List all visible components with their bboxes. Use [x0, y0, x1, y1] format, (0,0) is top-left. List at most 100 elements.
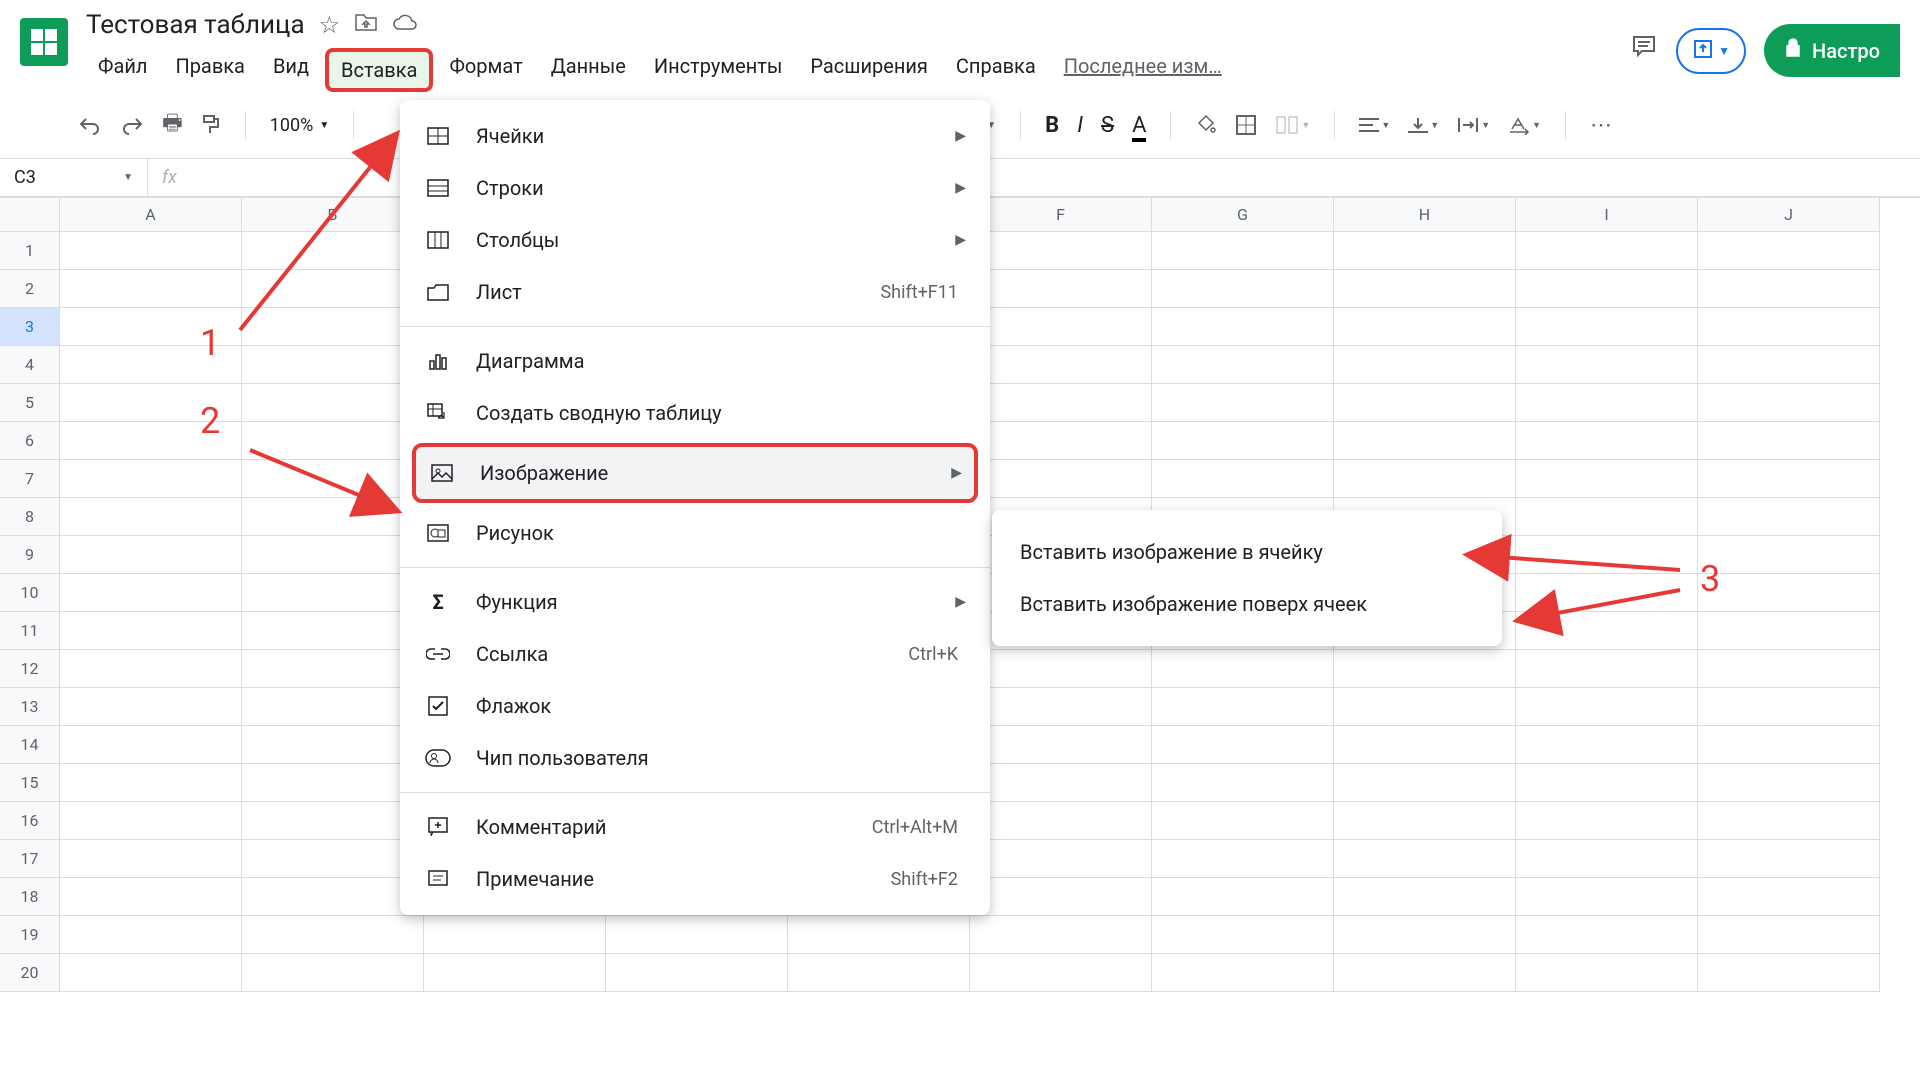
row-header[interactable]: 1 — [0, 232, 60, 270]
grid-cell[interactable] — [60, 536, 242, 574]
document-title[interactable]: Тестовая таблица — [86, 10, 305, 40]
grid-cell[interactable] — [1516, 498, 1698, 536]
grid-cell[interactable] — [1334, 270, 1516, 308]
menu-extensions[interactable]: Расширения — [798, 48, 939, 92]
grid-cell[interactable] — [1698, 384, 1880, 422]
grid-cell[interactable] — [1334, 802, 1516, 840]
grid-cell[interactable] — [1698, 840, 1880, 878]
grid-cell[interactable] — [1516, 726, 1698, 764]
grid-cell[interactable] — [1698, 726, 1880, 764]
grid-cell[interactable] — [60, 688, 242, 726]
grid-cell[interactable] — [1698, 688, 1880, 726]
grid-cell[interactable] — [1516, 612, 1698, 650]
text-wrap-icon[interactable]: ▼ — [1457, 116, 1490, 134]
grid-cell[interactable] — [242, 270, 424, 308]
grid-cell[interactable] — [1152, 270, 1334, 308]
grid-cell[interactable] — [970, 802, 1152, 840]
grid-cell[interactable] — [1698, 764, 1880, 802]
menu-tools[interactable]: Инструменты — [642, 48, 795, 92]
comments-icon[interactable] — [1630, 33, 1658, 68]
grid-cell[interactable] — [1516, 384, 1698, 422]
grid-cell[interactable] — [1152, 346, 1334, 384]
horizontal-align-icon[interactable]: ▼ — [1359, 117, 1390, 133]
grid-cell[interactable] — [424, 916, 606, 954]
zoom-select[interactable]: 100%▼ — [270, 115, 329, 136]
grid-cell[interactable] — [1334, 726, 1516, 764]
grid-cell[interactable] — [970, 232, 1152, 270]
more-icon[interactable]: ⋯ — [1590, 113, 1612, 138]
row-header[interactable]: 6 — [0, 422, 60, 460]
grid-cell[interactable] — [242, 916, 424, 954]
row-header[interactable]: 10 — [0, 574, 60, 612]
grid-cell[interactable] — [970, 346, 1152, 384]
row-header[interactable]: 3 — [0, 308, 60, 346]
row-header[interactable]: 18 — [0, 878, 60, 916]
grid-cell[interactable] — [1698, 536, 1880, 574]
grid-cell[interactable] — [60, 422, 242, 460]
bold-button[interactable]: B — [1045, 113, 1059, 138]
grid-cell[interactable] — [970, 270, 1152, 308]
grid-cell[interactable] — [1152, 878, 1334, 916]
menu-help[interactable]: Справка — [944, 48, 1048, 92]
grid-cell[interactable] — [970, 840, 1152, 878]
grid-cell[interactable] — [1516, 764, 1698, 802]
row-header[interactable]: 7 — [0, 460, 60, 498]
grid-cell[interactable] — [1516, 574, 1698, 612]
grid-cell[interactable] — [970, 308, 1152, 346]
image-in-cell[interactable]: Вставить изображение в ячейку — [992, 526, 1502, 578]
grid-cell[interactable] — [60, 612, 242, 650]
grid-cell[interactable] — [242, 802, 424, 840]
cloud-icon[interactable] — [392, 11, 418, 39]
grid-cell[interactable] — [242, 764, 424, 802]
grid-cell[interactable] — [1334, 764, 1516, 802]
grid-cell[interactable] — [60, 878, 242, 916]
grid-cell[interactable] — [60, 802, 242, 840]
grid-cell[interactable] — [970, 650, 1152, 688]
paint-format-icon[interactable] — [201, 114, 221, 136]
insert-user-chip[interactable]: Чип пользователя — [400, 732, 990, 784]
grid-cell[interactable] — [970, 764, 1152, 802]
menu-view[interactable]: Вид — [261, 48, 321, 92]
grid-cell[interactable] — [1698, 650, 1880, 688]
grid-cell[interactable] — [60, 574, 242, 612]
italic-button[interactable]: I — [1077, 113, 1083, 138]
grid-cell[interactable] — [1698, 916, 1880, 954]
insert-drawing[interactable]: Рисунок — [400, 507, 990, 559]
image-over-cells[interactable]: Вставить изображение поверх ячеек — [992, 578, 1502, 630]
grid-cell[interactable] — [1334, 688, 1516, 726]
grid-cell[interactable] — [60, 384, 242, 422]
grid-cell[interactable] — [1516, 308, 1698, 346]
grid-cell[interactable] — [242, 688, 424, 726]
row-header[interactable]: 9 — [0, 536, 60, 574]
grid-cell[interactable] — [1698, 346, 1880, 384]
menu-insert[interactable]: Вставка — [325, 48, 433, 92]
grid-cell[interactable] — [1516, 460, 1698, 498]
borders-icon[interactable] — [1235, 114, 1257, 136]
grid-cell[interactable] — [242, 460, 424, 498]
grid-cell[interactable] — [1698, 954, 1880, 992]
grid-cell[interactable] — [60, 232, 242, 270]
grid-cell[interactable] — [1334, 422, 1516, 460]
settings-button[interactable]: Настро — [1764, 24, 1900, 77]
insert-cells[interactable]: Ячейки ▶ — [400, 110, 990, 162]
insert-image[interactable]: Изображение ▶ — [412, 443, 978, 503]
grid-cell[interactable] — [1698, 802, 1880, 840]
fill-color-icon[interactable] — [1195, 114, 1217, 136]
column-header[interactable]: I — [1516, 198, 1698, 232]
column-header[interactable]: G — [1152, 198, 1334, 232]
grid-cell[interactable] — [970, 384, 1152, 422]
grid-cell[interactable] — [242, 726, 424, 764]
grid-cell[interactable] — [1698, 460, 1880, 498]
grid-cell[interactable] — [1334, 346, 1516, 384]
grid-cell[interactable] — [242, 346, 424, 384]
row-header[interactable]: 2 — [0, 270, 60, 308]
row-header[interactable]: 14 — [0, 726, 60, 764]
column-header[interactable]: F — [970, 198, 1152, 232]
row-header[interactable]: 15 — [0, 764, 60, 802]
grid-cell[interactable] — [1152, 840, 1334, 878]
grid-cell[interactable] — [242, 422, 424, 460]
grid-cell[interactable] — [242, 650, 424, 688]
insert-link[interactable]: Ссылка Ctrl+K — [400, 628, 990, 680]
row-header[interactable]: 11 — [0, 612, 60, 650]
menu-format[interactable]: Формат — [437, 48, 534, 92]
